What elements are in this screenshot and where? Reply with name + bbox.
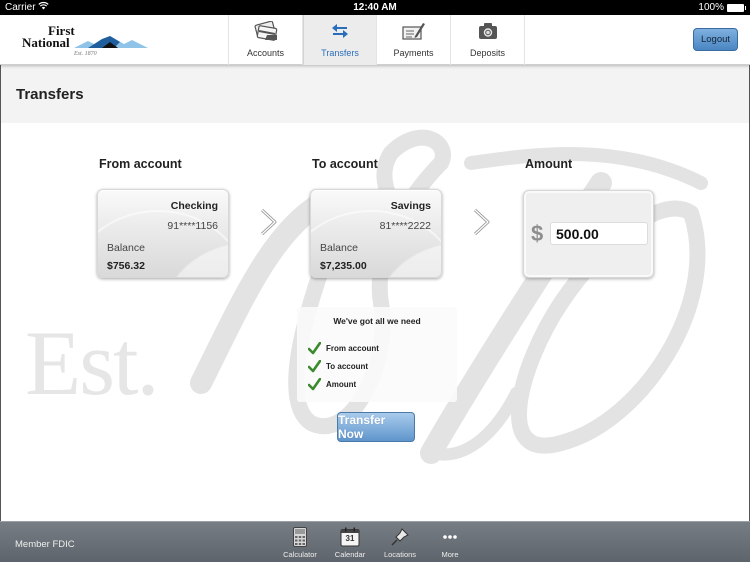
checklist-item-label: From account	[326, 343, 379, 353]
battery-icon	[727, 4, 746, 12]
watermark-est-text: Est.	[25, 312, 160, 414]
status-bar: Carrier 12:40 AM 100%	[0, 0, 750, 15]
app-root: Carrier 12:40 AM 100% First National Est…	[0, 0, 750, 562]
member-fdic-text: Member FDIC	[15, 539, 75, 550]
checklist-item: From account	[308, 341, 379, 355]
checklist-item: To account	[308, 359, 368, 373]
tab-accounts-label: Accounts	[246, 48, 285, 58]
clock: 12:40 AM	[353, 2, 397, 13]
calculator-button[interactable]: Calculator	[277, 526, 323, 562]
from-account-number: 91****1156	[167, 220, 218, 232]
to-balance-value: $7,235.00	[320, 260, 367, 272]
tab-accounts[interactable]: Accounts	[229, 15, 303, 65]
checklist-item: Amount	[308, 377, 356, 391]
amount-card: $	[523, 190, 654, 278]
mountain-logo-icon	[74, 36, 148, 48]
logout-button[interactable]: Logout	[693, 28, 738, 51]
calendar-button[interactable]: 31 Calendar	[327, 526, 373, 562]
page-header: Transfers	[0, 65, 750, 123]
battery-percent: 100%	[698, 2, 724, 13]
to-balance-label: Balance	[320, 242, 358, 254]
from-account-card[interactable]: Checking 91****1156 Balance $756.32	[97, 189, 229, 278]
check-pen-icon	[377, 21, 450, 41]
transfer-arrows-icon	[304, 21, 376, 41]
tab-deposits[interactable]: Deposits	[451, 15, 525, 65]
transfer-form: Est. From account To account Amount Chec…	[0, 123, 750, 521]
bank-logo[interactable]: First National Est. 1870	[22, 23, 148, 63]
from-balance-label: Balance	[107, 242, 145, 254]
more-button[interactable]: More	[427, 526, 473, 562]
to-account-name: Savings	[390, 200, 431, 212]
tab-payments[interactable]: Payments	[377, 15, 451, 65]
chevron-right-icon	[260, 208, 277, 236]
calculator-icon	[277, 526, 323, 548]
amount-input[interactable]	[550, 222, 648, 245]
transfer-now-button[interactable]: Transfer Now	[337, 412, 415, 442]
pushpin-icon	[377, 526, 423, 548]
main-tabs: Accounts Transfers Payments Deposits	[228, 15, 525, 65]
tab-transfers-label: Transfers	[321, 48, 359, 58]
amount-label: Amount	[525, 157, 573, 171]
from-account-name: Checking	[170, 200, 218, 212]
tab-transfers[interactable]: Transfers	[303, 15, 377, 65]
bottom-toolbar: Member FDIC Calculator 31 Calendar Locat…	[0, 521, 750, 562]
from-balance-value: $756.32	[107, 260, 145, 272]
to-account-label: To account	[312, 157, 378, 171]
more-dots-icon	[427, 526, 473, 548]
checklist-item-label: Amount	[326, 379, 357, 389]
checkmark-icon	[308, 359, 321, 372]
from-account-label: From account	[99, 157, 182, 171]
logo-tagline: Est. 1870	[74, 51, 97, 57]
credit-cards-icon	[229, 21, 302, 41]
checkmark-icon	[308, 377, 321, 390]
more-label: More	[441, 550, 459, 559]
locations-button[interactable]: Locations	[377, 526, 423, 562]
tab-deposits-label: Deposits	[469, 48, 505, 58]
page-title: Transfers	[16, 86, 84, 103]
to-account-card[interactable]: Savings 81****2222 Balance $7,235.00	[310, 189, 442, 278]
checklist-item-label: To account	[326, 361, 369, 371]
logo-line-2: National	[22, 35, 70, 50]
currency-symbol: $	[531, 221, 544, 246]
calendar-icon: 31	[327, 526, 373, 548]
to-account-number: 81****2222	[379, 220, 431, 232]
validation-checklist: We've got all we need From account To ac…	[297, 307, 457, 402]
checklist-title: We've got all we need	[333, 316, 421, 326]
calendar-day: 31	[345, 534, 355, 543]
top-navigation: First National Est. 1870 Accounts Transf…	[0, 15, 750, 65]
camera-icon	[451, 21, 524, 41]
chevron-right-icon	[473, 208, 490, 236]
checkmark-icon	[308, 341, 321, 354]
tab-payments-label: Payments	[393, 48, 434, 58]
